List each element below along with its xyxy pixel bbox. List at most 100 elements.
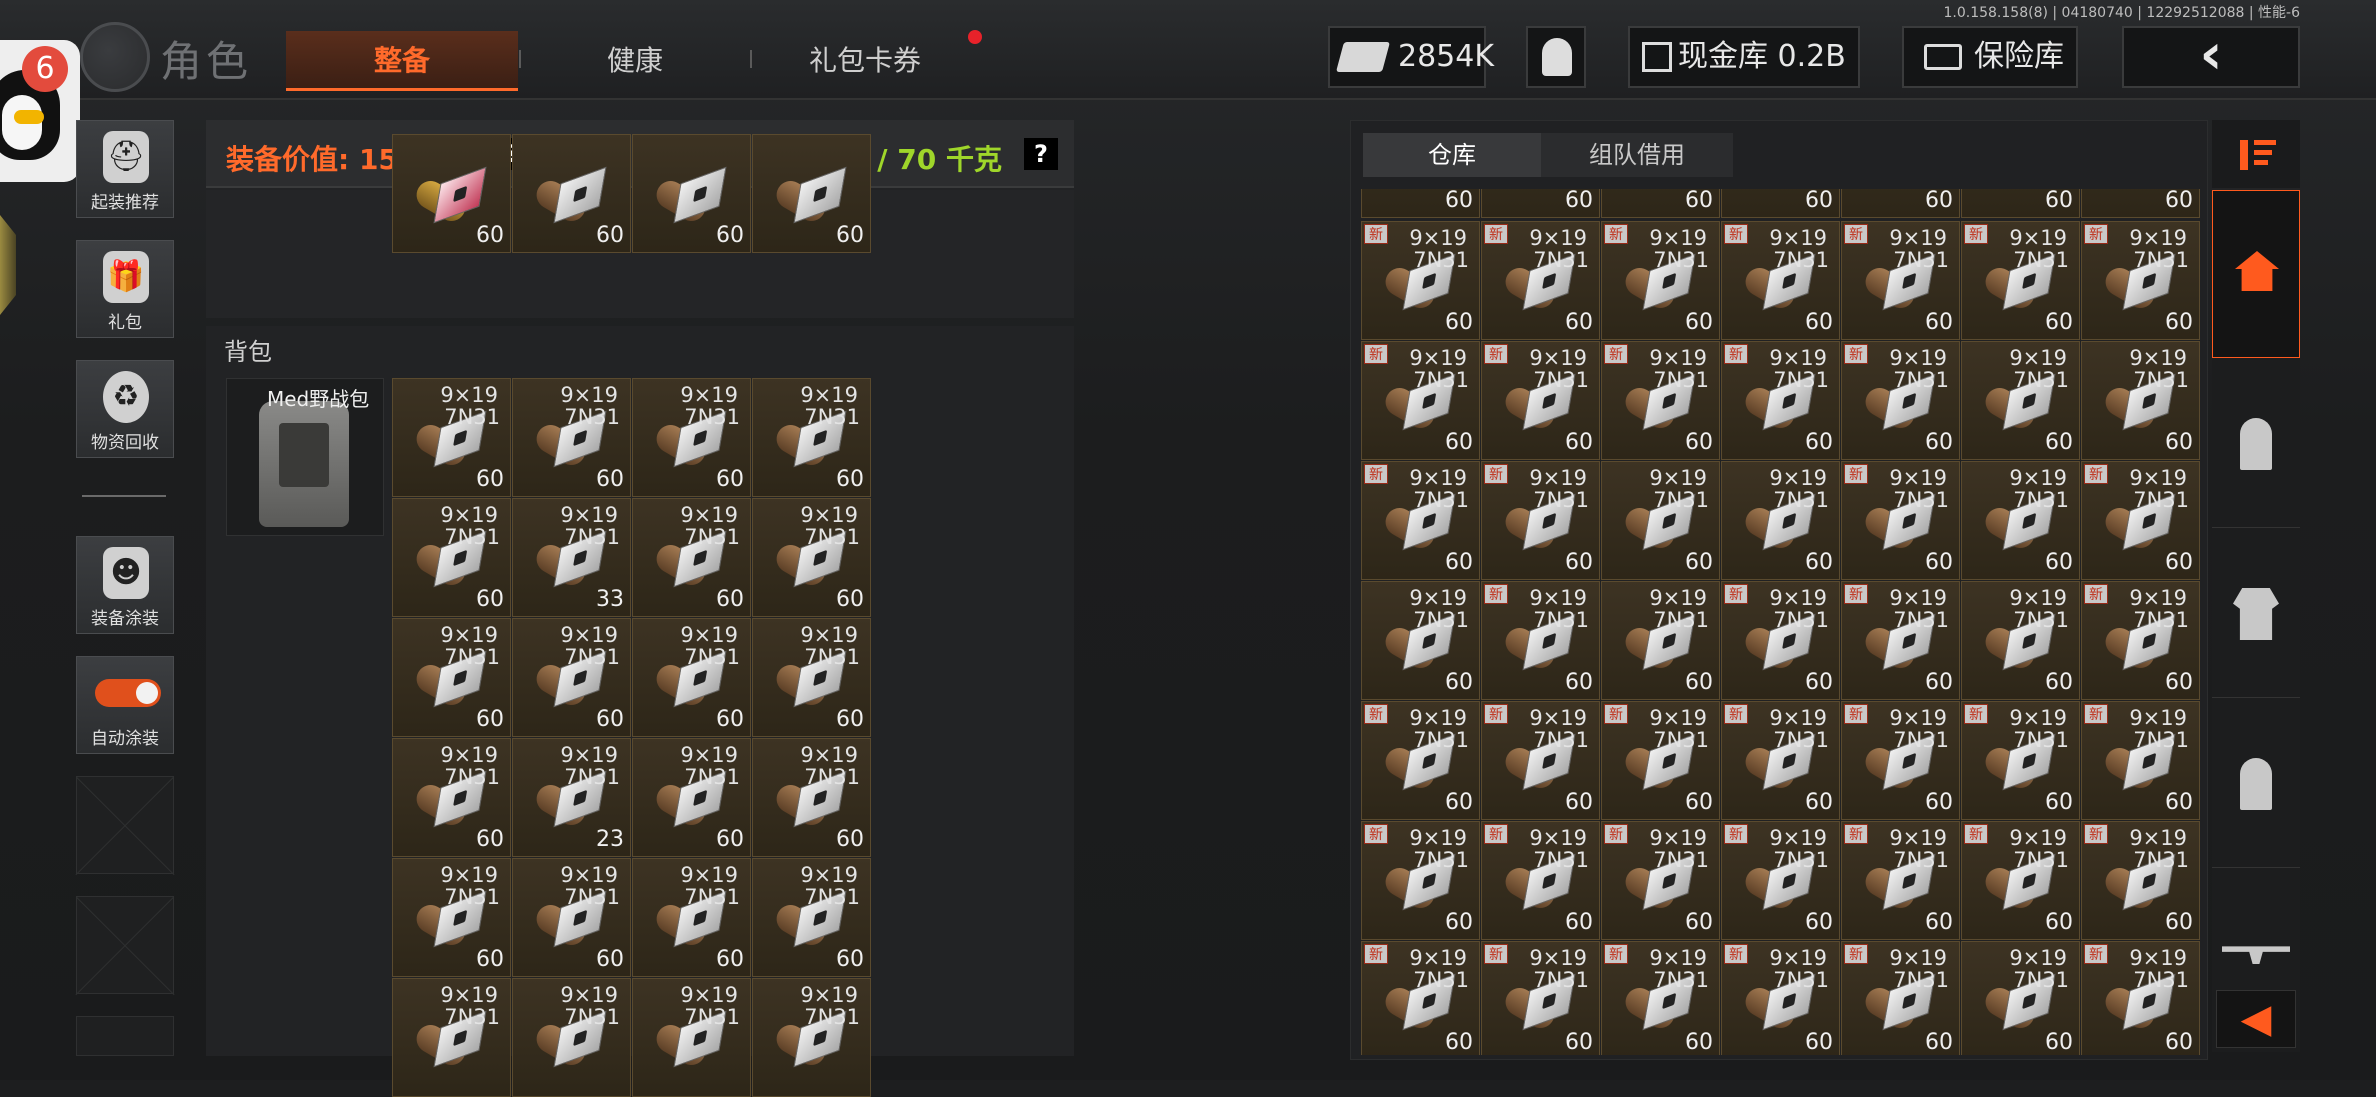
item-slot[interactable]: 9×19 7N31 新 60 <box>1361 941 1480 1055</box>
item-slot[interactable]: 9×19 7N31 <box>632 978 751 1097</box>
item-slot[interactable]: 9×19 7N31 新 60 <box>1481 221 1600 340</box>
tab-warehouse[interactable]: 仓库 <box>1363 133 1541 177</box>
item-slot[interactable]: 9×19 7N31 新 60 <box>1481 581 1600 700</box>
item-slot[interactable]: 9×19 7N31 60 <box>1961 341 2080 460</box>
item-slot[interactable]: 9×19 7N31 60 <box>392 738 511 857</box>
sidebar-gift[interactable]: 🎁 礼包 <box>76 240 174 338</box>
item-slot[interactable]: 9×19 7N31 新 60 <box>1601 221 1720 340</box>
item-slot[interactable]: 9×19 7N31 新 60 <box>1361 461 1480 580</box>
item-slot[interactable]: 9×19 7N31 新 60 <box>1361 821 1480 940</box>
item-slot[interactable]: 9×19 7N31 新 60 <box>1721 221 1840 340</box>
item-slot[interactable]: 9×19 7N31 60 <box>392 378 511 497</box>
item-slot[interactable]: 9×19 7N31 60 <box>1721 461 1840 580</box>
category-rifle[interactable] <box>2212 870 2300 990</box>
item-slot[interactable]: 9×19 7N31 新 60 <box>1481 701 1600 820</box>
item-slot[interactable]: 9×19 7N31 新 60 <box>1841 341 1960 460</box>
item-slot[interactable]: 9×19 7N31 23 <box>512 738 631 857</box>
item-slot[interactable]: 9×19 7N31 新 60 <box>1601 821 1720 940</box>
item-slot[interactable]: 9×19 7N31 60 <box>752 378 871 497</box>
category-armor[interactable] <box>2212 530 2300 698</box>
item-slot[interactable]: 9×19 7N31 新 60 <box>2081 581 2200 700</box>
item-slot[interactable]: 9×19 7N31 60 <box>632 618 751 737</box>
sidebar-auto-skin[interactable]: 自动涂装 <box>76 656 174 754</box>
item-slot[interactable]: 60 <box>2081 189 2200 218</box>
item-slot[interactable]: 9×19 7N31 新 60 <box>2081 941 2200 1055</box>
item-slot[interactable]: 9×19 7N31 60 <box>1601 461 1720 580</box>
sidebar-loadout-recommend[interactable]: ⛑ 起装推荐 <box>76 120 174 218</box>
item-slot[interactable]: 9×19 7N31 60 <box>392 498 511 617</box>
tab-gift-coupon[interactable]: 礼包卡券 <box>760 31 970 91</box>
item-slot[interactable]: 9×19 7N31 60 <box>512 858 631 977</box>
item-slot[interactable]: 9×19 7N31 新 60 <box>2081 821 2200 940</box>
item-slot[interactable]: 9×19 7N31 60 <box>1361 581 1480 700</box>
item-slot[interactable]: 9×19 7N31 新 60 <box>1721 701 1840 820</box>
item-slot[interactable]: 60 <box>1961 189 2080 218</box>
item-slot[interactable]: 9×19 7N31 <box>392 978 511 1097</box>
item-slot[interactable]: 9×19 7N31 60 <box>752 738 871 857</box>
item-slot[interactable]: 9×19 7N31 60 <box>512 618 631 737</box>
item-slot[interactable]: 9×19 7N31 60 <box>392 858 511 977</box>
item-slot[interactable]: 60 <box>752 134 871 253</box>
item-slot[interactable]: 9×19 7N31 60 <box>1961 581 2080 700</box>
item-slot[interactable]: 9×19 7N31 60 <box>392 618 511 737</box>
item-slot[interactable]: 9×19 7N31 新 60 <box>1841 581 1960 700</box>
item-slot[interactable]: 9×19 7N31 <box>752 978 871 1097</box>
item-slot[interactable]: 60 <box>632 134 751 253</box>
category-ammo[interactable] <box>2212 360 2300 528</box>
collapse-button[interactable]: ◀ <box>2216 990 2296 1048</box>
item-slot[interactable]: 9×19 7N31 新 60 <box>1721 821 1840 940</box>
item-slot[interactable]: 9×19 7N31 新 60 <box>1601 341 1720 460</box>
item-slot[interactable]: 60 <box>1841 189 1960 218</box>
item-slot[interactable]: 9×19 7N31 60 <box>752 498 871 617</box>
item-slot[interactable]: 9×19 7N31 新 60 <box>1841 701 1960 820</box>
item-slot[interactable]: 9×19 7N31 60 <box>1601 581 1720 700</box>
item-slot[interactable]: 9×19 7N31 新 60 <box>1481 941 1600 1055</box>
item-slot[interactable]: 9×19 7N31 新 60 <box>1361 221 1480 340</box>
item-slot[interactable]: 9×19 7N31 新 60 <box>1841 941 1960 1055</box>
item-slot[interactable]: 60 <box>512 134 631 253</box>
cash-vault-button[interactable]: 现金库 0.2B <box>1628 26 1860 88</box>
tab-team-borrow[interactable]: 组队借用 <box>1541 133 1733 177</box>
sidebar-equip-skin[interactable]: ☻ 装备涂装 <box>76 536 174 634</box>
item-slot[interactable]: 60 <box>1481 189 1600 218</box>
item-slot[interactable]: 9×19 7N31 60 <box>632 738 751 857</box>
item-slot[interactable]: 9×19 7N31 新 60 <box>1481 341 1600 460</box>
item-slot[interactable]: 9×19 7N31 <box>512 978 631 1097</box>
item-slot[interactable]: 9×19 7N31 新 60 <box>1961 221 2080 340</box>
item-slot[interactable]: 9×19 7N31 新 60 <box>1721 941 1840 1055</box>
item-slot[interactable]: 9×19 7N31 60 <box>1961 461 2080 580</box>
weight-help-icon[interactable]: ? <box>1024 138 1058 170</box>
item-slot[interactable]: 9×19 7N31 新 60 <box>1721 581 1840 700</box>
item-slot[interactable]: 9×19 7N31 60 <box>752 618 871 737</box>
item-slot[interactable]: 9×19 7N31 新 60 <box>1361 701 1480 820</box>
item-slot[interactable]: 9×19 7N31 60 <box>752 858 871 977</box>
item-slot[interactable]: 60 <box>392 134 511 253</box>
item-slot[interactable]: 9×19 7N31 新 60 <box>2081 461 2200 580</box>
item-slot[interactable]: 9×19 7N31 新 60 <box>1841 221 1960 340</box>
item-slot[interactable]: 60 <box>1361 189 1480 218</box>
category-ammo-2[interactable] <box>2212 700 2300 868</box>
item-slot[interactable]: 9×19 7N31 新 60 <box>1481 461 1600 580</box>
back-button[interactable]: ‹ <box>2122 26 2300 88</box>
item-slot[interactable]: 9×19 7N31 60 <box>632 498 751 617</box>
item-slot[interactable]: 9×19 7N31 新 60 <box>1601 941 1720 1055</box>
sort-button[interactable] <box>2212 120 2300 188</box>
item-slot[interactable]: 60 <box>1721 189 1840 218</box>
item-slot[interactable]: 9×19 7N31 60 <box>512 378 631 497</box>
item-slot[interactable]: 9×19 7N31 新 60 <box>1361 341 1480 460</box>
item-slot[interactable]: 9×19 7N31 新 60 <box>1601 701 1720 820</box>
agent-button[interactable] <box>1526 26 1586 88</box>
sidebar-recycle[interactable]: ♻ 物资回收 <box>76 360 174 458</box>
category-all[interactable] <box>2212 190 2300 358</box>
item-slot[interactable]: 9×19 7N31 新 60 <box>1961 821 2080 940</box>
auto-skin-toggle[interactable] <box>95 679 161 707</box>
item-slot[interactable]: 60 <box>1601 189 1720 218</box>
item-slot[interactable]: 9×19 7N31 60 <box>632 858 751 977</box>
item-slot[interactable]: 9×19 7N31 新 60 <box>2081 701 2200 820</box>
tab-health[interactable]: 健康 <box>540 31 730 91</box>
item-slot[interactable]: 9×19 7N31 新 60 <box>1961 701 2080 820</box>
item-slot[interactable]: 9×19 7N31 新 60 <box>1481 821 1600 940</box>
item-slot[interactable]: 9×19 7N31 新 60 <box>1721 341 1840 460</box>
item-slot[interactable]: 9×19 7N31 60 <box>2081 341 2200 460</box>
item-slot[interactable]: 9×19 7N31 新 60 <box>1841 821 1960 940</box>
